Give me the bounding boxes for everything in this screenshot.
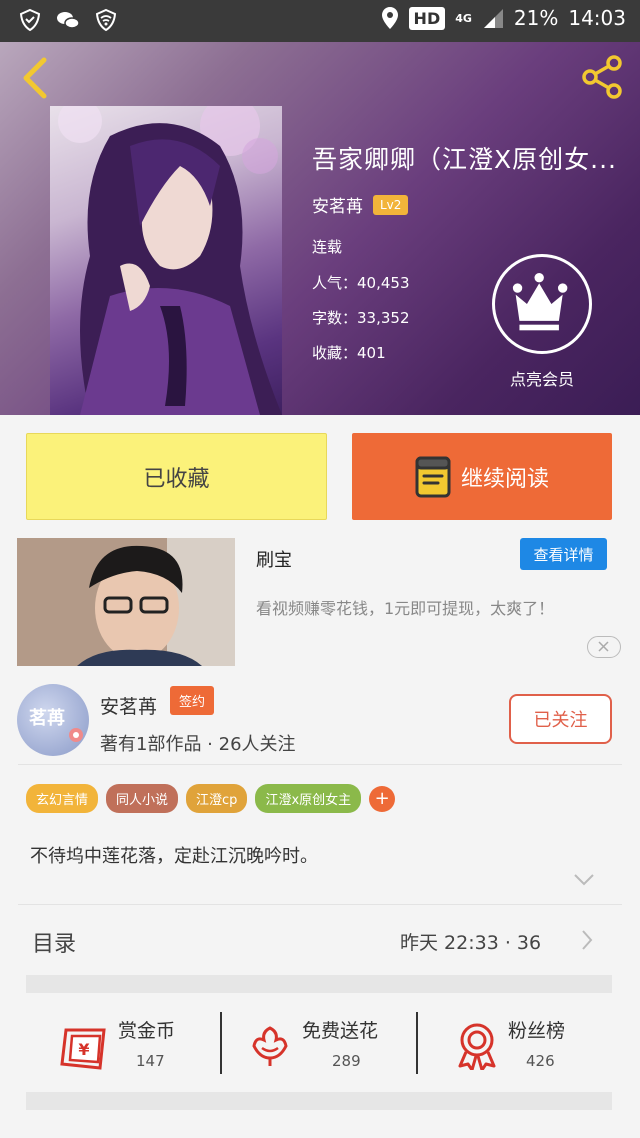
hd-badge: HD	[408, 6, 446, 30]
tag-list: 玄幻言情 同人小说 江澄cp 江澄x原创女主 +	[26, 784, 396, 813]
wifi-shield-icon	[95, 8, 117, 32]
free-flower-button[interactable]: 免费送花 289	[250, 1010, 400, 1086]
avatar-text: 茗苒	[29, 708, 65, 729]
book-cover[interactable]	[50, 106, 282, 415]
ad-description: 看视频赚零花钱，1元即可提现，太爽了！	[256, 599, 555, 618]
flower-icon	[252, 1026, 288, 1066]
svg-text:¥: ¥	[78, 1040, 89, 1059]
toc-label: 目录	[32, 932, 77, 957]
section-separator	[26, 975, 612, 993]
shield-icon	[19, 8, 41, 32]
share-icon[interactable]	[580, 54, 626, 100]
ad-photo	[17, 538, 235, 666]
signal-icon	[483, 9, 503, 28]
status-bar: HD 4G 21% 14:03	[0, 0, 640, 42]
follow-button[interactable]: 已关注	[509, 694, 612, 744]
add-tag-button[interactable]: +	[369, 785, 396, 812]
stats-divider	[220, 1012, 222, 1074]
fan-ranking-button[interactable]: 粉丝榜 426	[456, 1010, 596, 1086]
section-separator	[26, 1092, 612, 1110]
fan-ranking-count: 426	[526, 1052, 555, 1070]
book-icon	[415, 456, 451, 497]
reward-coins-button[interactable]: ¥ 赏金币 147	[60, 1010, 200, 1086]
author-avatar[interactable]: 茗苒	[17, 684, 89, 756]
book-status: 连载	[312, 238, 343, 256]
ad-close-button[interactable]	[587, 636, 621, 658]
ad-detail-button[interactable]: 查看详情	[520, 538, 607, 570]
tag-item[interactable]: 江澄x原创女主	[255, 784, 362, 813]
tag-item[interactable]: 江澄cp	[186, 784, 248, 813]
member-label: 点亮会员	[509, 370, 574, 389]
book-word-count: 字数：33,352	[312, 309, 410, 327]
network-type: 4G	[455, 11, 472, 25]
battery-level: 21%	[513, 6, 559, 30]
stats-divider	[416, 1012, 418, 1074]
ad-title: 刷宝	[256, 550, 292, 571]
book-author[interactable]: 安茗苒	[312, 192, 363, 217]
toc-row[interactable]: 目录 昨天 22:33 · 36	[0, 912, 640, 968]
chevron-down-icon[interactable]	[572, 872, 596, 888]
ad-detail-label: 查看详情	[533, 545, 594, 564]
back-icon[interactable]	[18, 56, 50, 100]
divider	[18, 764, 622, 765]
book-favorites: 收藏：401	[312, 344, 386, 362]
toc-updated: 昨天 22:33 · 36	[400, 932, 542, 954]
reward-coins-label: 赏金币	[118, 1020, 176, 1042]
reward-coins-count: 147	[136, 1052, 165, 1070]
book-title: 吾家卿卿（江澄X原创女...	[312, 145, 617, 174]
clock: 14:03	[568, 6, 626, 30]
tag-item[interactable]: 玄幻言情	[26, 784, 99, 813]
tag-item[interactable]: 同人小说	[106, 784, 179, 813]
book-author-row: 安茗苒 Lv2	[312, 192, 409, 217]
candy-icon	[69, 728, 83, 742]
free-flower-count: 289	[332, 1052, 361, 1070]
member-button[interactable]	[492, 254, 592, 354]
close-icon	[598, 641, 609, 652]
level-badge: Lv2	[373, 194, 409, 215]
free-flower-label: 免费送花	[302, 1020, 379, 1042]
book-header: 吾家卿卿（江澄X原创女... 安茗苒 Lv2 连载 人气：40,453 字数：3…	[0, 42, 640, 415]
continue-reading-label: 继续阅读	[460, 466, 549, 492]
book-description: 不待坞中莲花落，定赴江沉晚吟时。	[30, 846, 318, 867]
location-icon	[381, 7, 398, 29]
author-name[interactable]: 安茗苒	[100, 692, 157, 719]
fan-ranking-label: 粉丝榜	[508, 1020, 566, 1042]
red-envelope-icon: ¥	[60, 1028, 106, 1070]
chevron-right-icon	[582, 930, 593, 950]
author-stats: 著有1部作品 · 26人关注	[100, 734, 296, 755]
signed-badge: 签约	[170, 686, 215, 715]
follow-label: 已关注	[533, 710, 588, 731]
crown-icon	[512, 272, 568, 331]
collected-button[interactable]: 已收藏	[26, 433, 327, 520]
medal-icon	[458, 1023, 496, 1070]
collected-label: 已收藏	[143, 466, 210, 492]
author-section: 茗苒 安茗苒 签约 著有1部作品 · 26人关注 已关注	[0, 672, 640, 764]
ad-image[interactable]	[17, 538, 235, 666]
wechat-icon	[57, 12, 80, 29]
book-popularity: 人气：40,453	[312, 274, 410, 292]
continue-reading-button[interactable]: 继续阅读	[352, 433, 612, 520]
divider	[18, 904, 622, 905]
cover-illustration	[58, 106, 282, 415]
ad-banner[interactable]: 刷宝 查看详情 看视频赚零花钱，1元即可提现，太爽了！	[0, 530, 640, 672]
